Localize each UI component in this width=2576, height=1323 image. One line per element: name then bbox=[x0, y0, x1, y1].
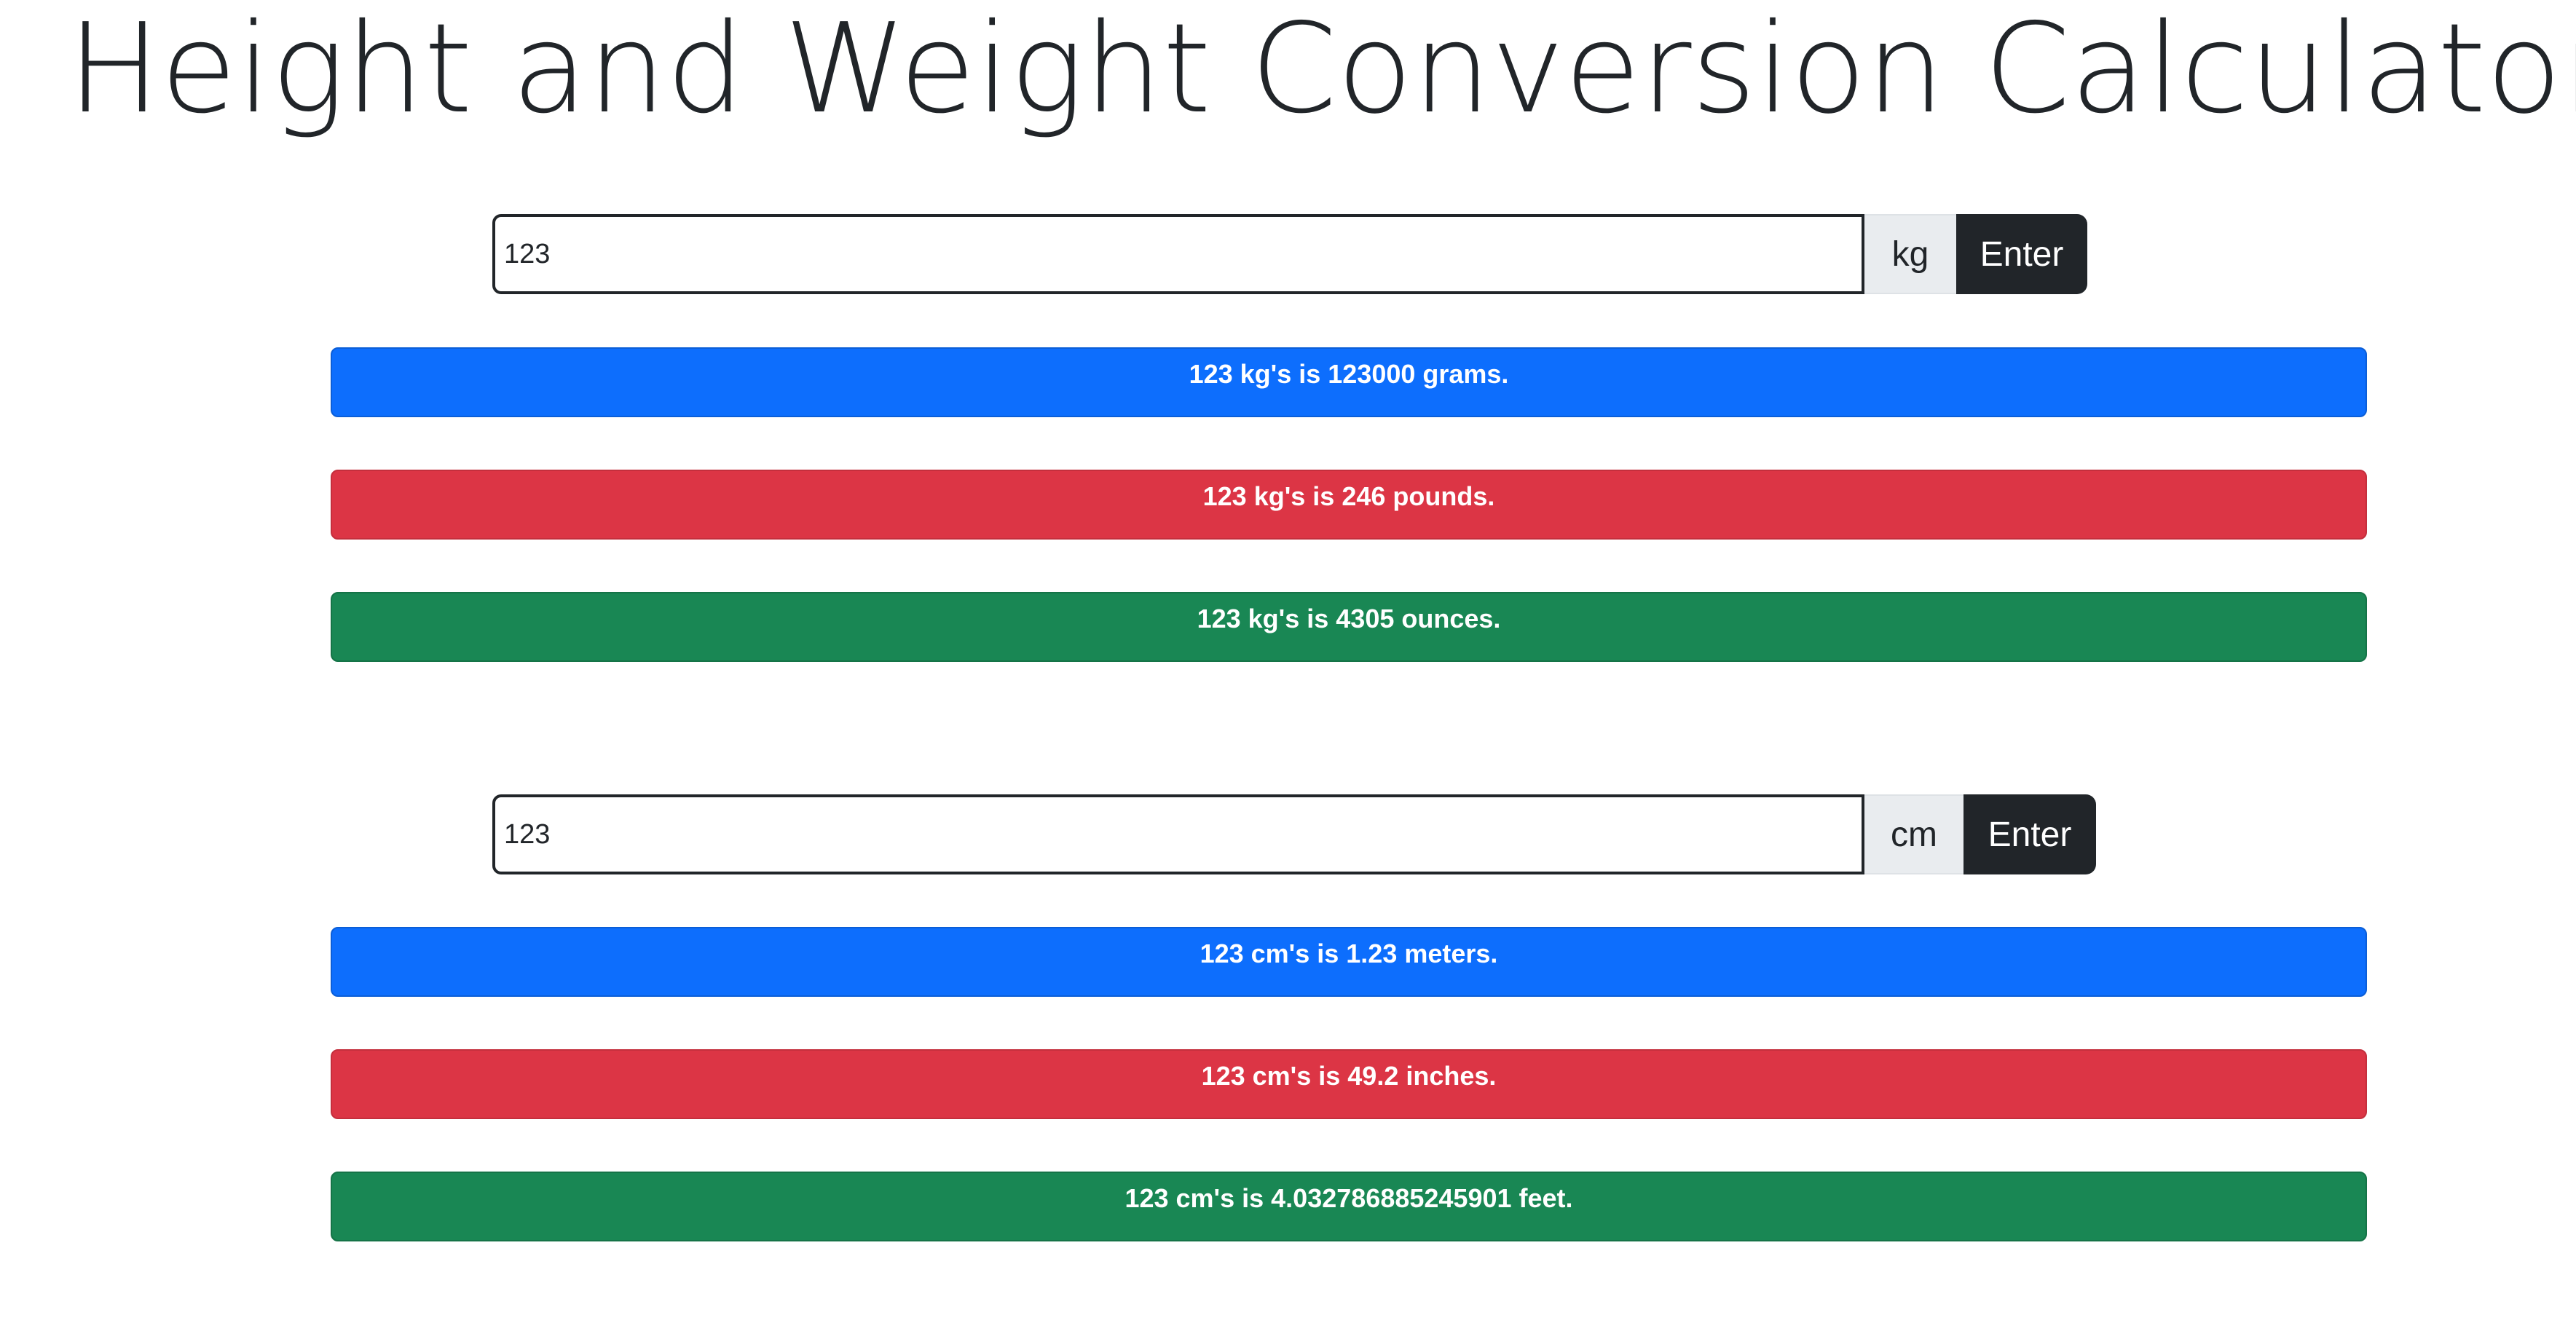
height-result-feet: 123 cm's is 4.032786885245901 feet. bbox=[331, 1172, 2367, 1241]
height-result-inches: 123 cm's is 49.2 inches. bbox=[331, 1049, 2367, 1119]
weight-unit-label: kg bbox=[1864, 214, 1956, 294]
weight-result-ounces: 123 kg's is 4305 ounces. bbox=[331, 592, 2367, 662]
weight-result-pounds: 123 kg's is 246 pounds. bbox=[331, 470, 2367, 540]
height-input-group: cm Enter bbox=[492, 794, 2096, 874]
height-result-meters: 123 cm's is 1.23 meters. bbox=[331, 927, 2367, 997]
height-enter-button[interactable]: Enter bbox=[1963, 794, 2096, 874]
height-input[interactable] bbox=[492, 794, 1864, 874]
page-title: Height and Weight Conversion Calculator bbox=[67, 0, 2576, 141]
weight-enter-button[interactable]: Enter bbox=[1956, 214, 2087, 294]
weight-result-grams: 123 kg's is 123000 grams. bbox=[331, 347, 2367, 417]
weight-input[interactable] bbox=[492, 214, 1864, 294]
weight-input-group: kg Enter bbox=[492, 214, 2087, 294]
height-unit-label: cm bbox=[1864, 794, 1963, 874]
